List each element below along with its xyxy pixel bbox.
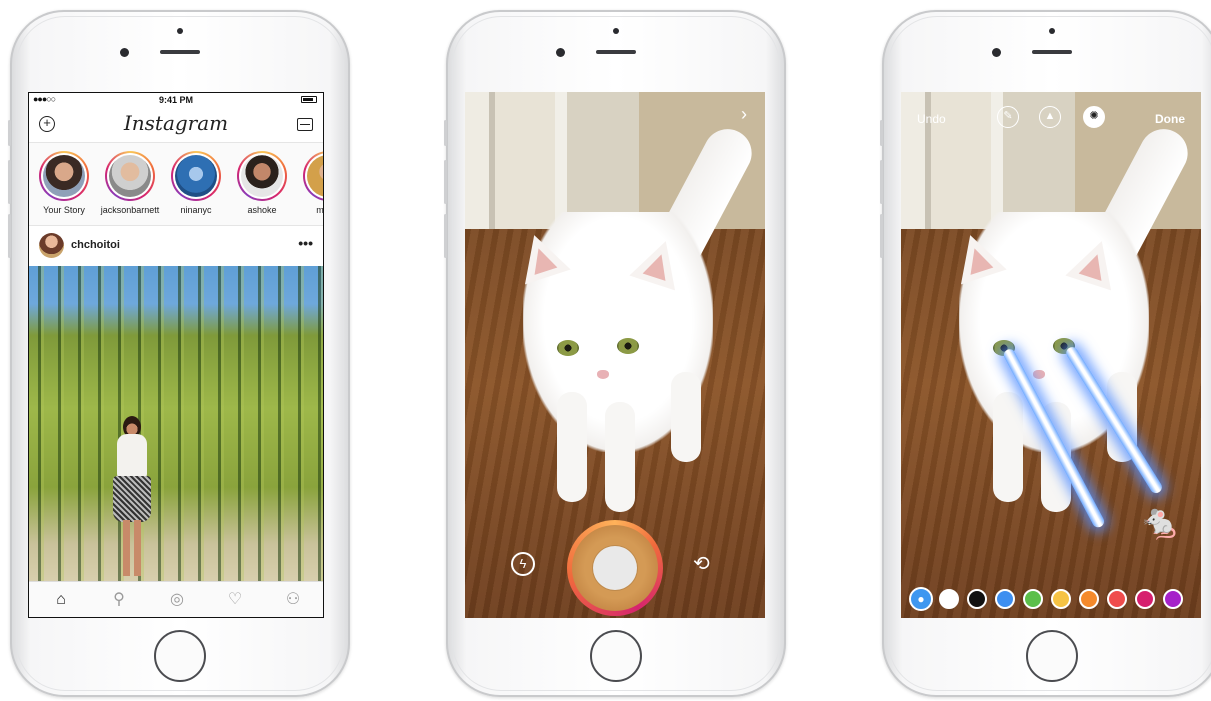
volume-up-button bbox=[8, 160, 11, 204]
undo-button[interactable]: Undo bbox=[917, 112, 946, 126]
highlighter-brush-icon[interactable]: ▲ bbox=[1039, 106, 1061, 128]
cat-leg bbox=[605, 402, 635, 512]
draw-screen: 🐁 Undo ✎ ▲ ✺ Done ● bbox=[901, 92, 1201, 618]
mouse-sticker[interactable]: 🐁 bbox=[1139, 502, 1181, 542]
proximity-sensor bbox=[1049, 28, 1055, 34]
story-ashoke[interactable]: ashoke bbox=[229, 151, 295, 215]
post-username[interactable]: chchoitoi bbox=[71, 239, 120, 251]
volume-up-button bbox=[444, 160, 447, 204]
volume-up-button bbox=[880, 160, 883, 204]
bottom-tab-bar: ⌂ ⚲ ◎ ♡ ⚇ bbox=[29, 581, 323, 617]
color-swatch-blue[interactable] bbox=[995, 589, 1015, 609]
home-button[interactable] bbox=[590, 630, 642, 682]
post-header: chchoitoi ••• bbox=[29, 226, 323, 266]
clock: 9:41 PM bbox=[158, 95, 193, 105]
app-header: + Instagram bbox=[29, 107, 323, 143]
color-swatch-red[interactable] bbox=[1107, 589, 1127, 609]
mute-switch bbox=[8, 120, 11, 146]
color-swatch-yellow[interactable] bbox=[1051, 589, 1071, 609]
story-ninanyc[interactable]: ninanyc bbox=[163, 151, 229, 215]
color-palette: ● bbox=[901, 586, 1201, 616]
avatar bbox=[307, 155, 323, 197]
profile-icon[interactable]: ⚇ bbox=[283, 590, 303, 610]
earpiece-speaker bbox=[160, 50, 200, 54]
drawing-toolbar: Undo ✎ ▲ ✺ Done bbox=[901, 92, 1201, 136]
story-name: ashoke bbox=[247, 205, 277, 215]
marker-brush-icon[interactable]: ✎ bbox=[997, 106, 1019, 128]
story-name: ninanyc bbox=[180, 205, 212, 215]
front-camera bbox=[556, 48, 565, 57]
color-swatch-white[interactable] bbox=[939, 589, 959, 609]
color-swatch-black[interactable] bbox=[967, 589, 987, 609]
avatar bbox=[241, 155, 283, 197]
eyedropper-icon[interactable]: ● bbox=[909, 587, 933, 611]
camera-icon[interactable]: ◎ bbox=[167, 590, 187, 610]
cat-eye bbox=[617, 338, 639, 354]
search-icon[interactable]: ⚲ bbox=[109, 590, 129, 610]
flash-icon[interactable]: ϟ bbox=[511, 552, 535, 576]
heart-icon[interactable]: ♡ bbox=[225, 590, 245, 610]
volume-down-button bbox=[8, 214, 11, 258]
phone-frame-draw: 🐁 Undo ✎ ▲ ✺ Done ● bbox=[880, 10, 1211, 697]
story-name: jacksonbarnett bbox=[100, 205, 160, 215]
front-camera bbox=[120, 48, 129, 57]
feed-screen: ●●●○○ 9:41 PM + Instagram Your Story jac… bbox=[28, 92, 324, 618]
home-icon[interactable]: ⌂ bbox=[51, 590, 71, 610]
status-bar: ●●●○○ 9:41 PM bbox=[29, 93, 323, 107]
story-jacksonbarnett[interactable]: jacksonbarnett bbox=[97, 151, 163, 215]
home-button[interactable] bbox=[1026, 630, 1078, 682]
cat-nose bbox=[597, 370, 609, 379]
cat-eye bbox=[557, 340, 579, 356]
stories-tray[interactable]: Your Story jacksonbarnett ninanyc ashoke… bbox=[29, 143, 323, 226]
earpiece-speaker bbox=[1032, 50, 1072, 54]
app-logo: Instagram bbox=[123, 111, 229, 135]
inbox-icon[interactable] bbox=[297, 118, 313, 131]
mute-switch bbox=[880, 120, 883, 146]
battery-icon bbox=[301, 96, 317, 103]
story-your-story[interactable]: Your Story bbox=[31, 151, 97, 215]
neon-brush-icon[interactable]: ✺ bbox=[1083, 106, 1105, 128]
chevron-right-icon[interactable]: › bbox=[741, 104, 747, 125]
cat-leg bbox=[671, 372, 701, 462]
color-swatch-green[interactable] bbox=[1023, 589, 1043, 609]
post-avatar[interactable] bbox=[39, 233, 64, 258]
cat-leg bbox=[557, 392, 587, 502]
photo-subject-top bbox=[117, 434, 147, 478]
volume-down-button bbox=[444, 214, 447, 258]
cat-nose bbox=[1033, 370, 1045, 379]
story-name: minzz bbox=[316, 205, 324, 215]
flip-camera-icon[interactable]: ⟲ bbox=[693, 551, 710, 576]
color-swatch-pink[interactable] bbox=[1135, 589, 1155, 609]
more-options-icon[interactable]: ••• bbox=[298, 235, 313, 251]
story-minzz[interactable]: minzz bbox=[295, 151, 324, 215]
home-button[interactable] bbox=[154, 630, 206, 682]
proximity-sensor bbox=[613, 28, 619, 34]
phone-frame-camera: › ϟ ⟲ bbox=[444, 10, 786, 697]
volume-down-button bbox=[880, 214, 883, 258]
avatar bbox=[175, 155, 217, 197]
avatar bbox=[43, 155, 85, 197]
story-name: Your Story bbox=[43, 205, 85, 215]
color-swatch-purple[interactable] bbox=[1163, 589, 1183, 609]
mute-switch bbox=[444, 120, 447, 146]
front-camera bbox=[992, 48, 1001, 57]
done-button[interactable]: Done bbox=[1155, 112, 1185, 126]
post-photo[interactable] bbox=[29, 266, 323, 582]
phone-frame-feed: ●●●○○ 9:41 PM + Instagram Your Story jac… bbox=[8, 10, 350, 697]
color-swatch-orange[interactable] bbox=[1079, 589, 1099, 609]
earpiece-speaker bbox=[596, 50, 636, 54]
proximity-sensor bbox=[177, 28, 183, 34]
shutter-button[interactable] bbox=[593, 546, 637, 590]
cat-leg bbox=[993, 392, 1023, 502]
avatar bbox=[109, 155, 151, 197]
photo-subject-legs bbox=[123, 520, 141, 576]
photo-subject-skirt bbox=[113, 476, 151, 522]
camera-screen: › ϟ ⟲ bbox=[465, 92, 765, 618]
